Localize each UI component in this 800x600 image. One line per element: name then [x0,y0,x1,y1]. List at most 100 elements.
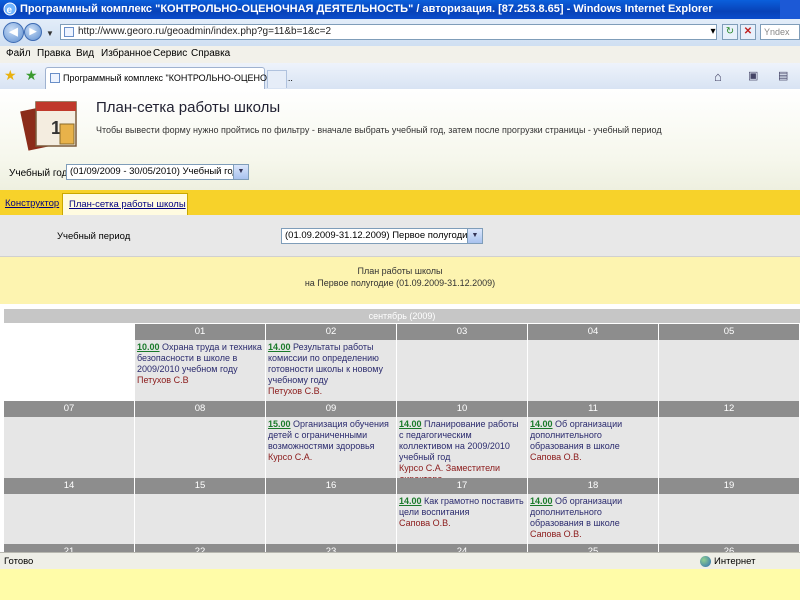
day-cell [266,494,397,544]
day-cell [659,340,800,402]
day-cell: 14.00 Как грамотно поставить цели воспит… [397,494,528,544]
security-zone: Интернет [714,556,756,567]
day-header: 11 [528,401,659,417]
day-cell [135,494,266,544]
day-cell [659,494,800,544]
menu-favorites[interactable]: Избранное [101,48,152,59]
plan-subtitle: на Первое полугодие (01.09.2009-31.12.20… [304,278,496,288]
day-cell [4,494,135,544]
day-header: 18 [528,478,659,494]
year-label: Учебный год [9,168,68,179]
day-header: 10 [397,401,528,417]
tab-constructor[interactable]: Конструктор [5,198,59,209]
event-time-link[interactable]: 14.00 [530,419,553,429]
plan-header: План работы школы на Первое полугодие (0… [0,257,800,304]
forward-arrow-icon: ▶ [29,26,37,36]
day-header: 04 [528,324,659,340]
day-cell [528,340,659,402]
day-cell [659,417,800,479]
page-icon [64,27,74,37]
address-dropdown-icon[interactable]: ▾ [705,25,721,41]
event-time-link[interactable]: 10.00 [137,342,160,352]
day-cell [4,417,135,479]
stop-button[interactable]: ✕ [740,24,756,40]
event-responsible: Сапова О.В. [530,452,582,462]
day-header: 16 [266,478,397,494]
new-tab-button[interactable] [267,70,287,88]
event-responsible: Петухов С.В [137,375,189,385]
status-text: Готово [4,556,34,567]
event-time-link[interactable]: 14.00 [399,496,422,506]
event-time-link[interactable]: 14.00 [268,342,291,352]
add-favorites-icon[interactable]: ★ [25,67,38,84]
day-header: 12 [659,401,800,417]
plan-title: План работы школы [357,266,443,276]
event-responsible: Сапова О.В. [530,529,582,539]
ie-logo-icon: e [3,2,17,16]
search-input[interactable]: Yndex [760,24,800,40]
calendar-book-icon: 1 [20,101,77,151]
day-header: 08 [135,401,266,417]
period-select-value: (01.09.2009-31.12.2009) Первое полугодие [285,230,473,241]
year-select[interactable]: (01/09/2009 - 30/05/2010) Учебный год ▼ [66,164,249,180]
event-time-link[interactable]: 14.00 [530,496,553,506]
day-cell: 14.00 Об организации дополнительного обр… [528,417,659,479]
tab-school-plan-grid-label: План-сетка работы школы [69,199,186,210]
day-header: 07 [4,401,135,417]
event-time-link[interactable]: 15.00 [268,419,291,429]
day-cell: 14.00 Об организации дополнительного обр… [528,494,659,544]
status-bar: Готово Интернет [0,552,800,570]
page-description: Чтобы вывести форму нужно пройтись по фи… [96,125,662,135]
day-cell: 14.00 Планирование работы с педагогическ… [397,417,528,479]
tab-school-plan-grid[interactable]: План-сетка работы школы [62,193,188,215]
recent-pages-dropdown-icon[interactable]: ▼ [46,29,54,38]
back-button[interactable]: ◀ [3,22,24,43]
month-header: сентябрь (2009) [4,309,800,323]
chevron-down-icon[interactable]: ▼ [467,229,482,243]
favorites-star-icon[interactable]: ★ [4,67,17,84]
day-cell [4,340,135,402]
refresh-button[interactable]: ↻ [722,24,738,40]
day-cell [397,340,528,402]
address-url: http://www.georo.ru/geoadmin/index.php?g… [78,26,332,37]
event-time-link[interactable]: 14.00 [399,419,422,429]
forward-button[interactable]: ▶ [24,23,42,41]
day-header: 19 [659,478,800,494]
menu-help[interactable]: Справка [191,48,230,59]
period-select[interactable]: (01.09.2009-31.12.2009) Первое полугодие… [281,228,483,244]
day-header: 17 [397,478,528,494]
day-cell: 10.00 Охрана труда и техника безопасност… [135,340,266,402]
page-title: План-сетка работы школы [96,99,281,116]
feeds-icon[interactable]: ▣ [748,69,758,82]
desktop-background [0,569,800,600]
back-arrow-icon: ◀ [9,26,18,38]
day-header: 02 [266,324,397,340]
chevron-down-icon[interactable]: ▼ [233,165,248,179]
day-header: 09 [266,401,397,417]
menu-tools[interactable]: Сервис [153,48,187,59]
internet-zone-icon [700,556,711,567]
tab-active[interactable]: Программный комплекс "КОНТРОЛЬНО-ОЦЕНОЧН… [45,67,293,89]
year-select-value: (01/09/2009 - 30/05/2010) Учебный год [70,166,238,177]
address-toolbar: ◀ ▶ ▼ http://www.georo.ru/geoadmin/index… [0,19,800,46]
window-controls[interactable] [780,0,800,19]
tab-page-icon [50,73,60,83]
day-header: 14 [4,478,135,494]
svg-text:e: e [7,5,13,16]
menu-file[interactable]: Файл [6,48,31,59]
event-responsible: Курсо С.А. [268,452,313,462]
print-icon[interactable]: ▤ [778,69,788,82]
day-cell [135,417,266,479]
menu-view[interactable]: Вид [76,48,94,59]
tab-title: Программный комплекс "КОНТРОЛЬНО-ОЦЕНОЧН… [63,73,293,83]
menu-edit[interactable]: Правка [37,48,71,59]
home-icon[interactable]: ⌂ [714,69,722,84]
address-input[interactable]: http://www.georo.ru/geoadmin/index.php?g… [60,24,717,40]
day-header [4,324,135,340]
window-title-bar: e Программный комплекс "КОНТРОЛЬНО-ОЦЕНО… [0,0,800,19]
day-cell: 14.00 Результаты работы комиссии по опре… [266,340,397,402]
window-title: Программный комплекс "КОНТРОЛЬНО-ОЦЕНОЧН… [20,3,713,15]
event-responsible: Петухов С.В. [268,386,323,396]
day-header: 15 [135,478,266,494]
event-responsible: Курсо С.А. Заместители директора [399,463,501,479]
